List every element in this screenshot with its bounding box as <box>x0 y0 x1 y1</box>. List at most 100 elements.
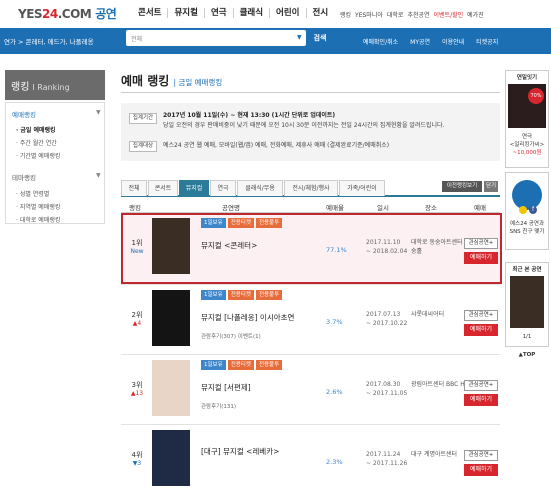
link-guide[interactable]: 이용안내 <box>442 37 464 46</box>
highlight-box <box>121 213 502 284</box>
venue[interactable]: 대구 계명아트센터 <box>411 450 471 459</box>
util-ranking[interactable]: 랭킹 <box>340 10 351 19</box>
performance-name[interactable]: 뮤지컬 [서편제] <box>201 382 251 393</box>
date-line: ~ 2017.11.05 <box>366 390 408 397</box>
rank-number: 4위 <box>131 451 143 459</box>
row-divider <box>121 354 500 355</box>
bluebar-links: 예매확인/취소 MY공연 이용안내 티켓공지 <box>363 37 498 46</box>
performance-dates: 2017.08.30 ~ 2017.11.05 <box>366 380 407 398</box>
rank-change: ▼3 <box>132 460 142 467</box>
performance-dates: 2017.07.13 ~ 2017.10.22 <box>366 310 407 328</box>
nav-concert[interactable]: 콘서트 <box>132 8 169 18</box>
logo-section: 공연 <box>95 7 117 21</box>
col-rank: 랭킹 <box>129 204 141 212</box>
util-recommend[interactable]: 추천공연 <box>407 10 429 19</box>
nav-musical[interactable]: 뮤지컬 <box>168 8 205 18</box>
util-daehakro[interactable]: 대학로 <box>387 10 404 19</box>
poster-image[interactable] <box>152 360 190 416</box>
poster-image[interactable] <box>152 290 190 346</box>
tab-all[interactable]: 전체 <box>121 180 147 196</box>
performance-name[interactable]: [대구] 뮤지컬 <레베카> <box>201 446 279 457</box>
date-line: 2017.11.24 <box>366 451 401 458</box>
nav-exhibition[interactable]: 전시 <box>307 8 335 18</box>
sidebar-item-daehakro[interactable]: · 대학로 예매랭킹 <box>16 215 60 224</box>
col-rate: 예매율 <box>326 204 344 212</box>
util-yega[interactable]: 예가진 <box>467 10 484 19</box>
nav-kids[interactable]: 어린이 <box>270 8 307 18</box>
search-button[interactable]: 검색 <box>308 30 332 46</box>
promo-genre: 연극 <box>521 134 533 140</box>
venue[interactable]: 광림아트센터 BBC H홀 <box>411 380 471 389</box>
info-box: 집계기간 2017년 10월 11일(수) ~ 현재 13:30 (1시간 단위… <box>121 103 500 161</box>
sns-text: 예스24 공연과 SNS 친구 맺기 <box>509 221 545 235</box>
tab-concert[interactable]: 콘서트 <box>148 180 178 196</box>
nav-classic[interactable]: 클래식 <box>234 8 271 18</box>
promo-name: <일리킹가씨> <box>509 142 545 148</box>
chevron-down-icon[interactable]: ▼ <box>297 34 302 41</box>
performance-note[interactable]: 관람후기(307) 이벤트(1) <box>201 332 261 340</box>
performance-name[interactable]: 뮤지컬 [나폴레옹] 이시아초연 <box>201 312 294 323</box>
tab-musical[interactable]: 뮤지컬 <box>179 180 209 196</box>
interest-button[interactable]: 관심공연+ <box>464 380 498 391</box>
search-category-select[interactable]: 전체 <box>131 34 142 43</box>
date-line: ~ 2017.10.22 <box>366 320 408 327</box>
link-my-performance[interactable]: MY공연 <box>410 37 430 46</box>
tab-classic[interactable]: 클래식/무용 <box>237 180 283 196</box>
sidebar-item-today[interactable]: · 금일 예매랭킹 <box>16 125 56 134</box>
rank-cell: 3위 ▲13 <box>125 380 149 397</box>
sidebar-title: 랭킹 <box>11 82 30 93</box>
rank-cell: 4위 ▼3 <box>125 450 149 467</box>
sidebar-item-period[interactable]: · 기간별 예매랭킹 <box>16 151 60 160</box>
performance-note[interactable]: 관람후기(131) <box>201 402 236 410</box>
booking-rate: 2.3% <box>326 458 343 466</box>
poster-image[interactable] <box>152 430 190 486</box>
interest-button[interactable]: 관심공연+ <box>464 450 498 461</box>
breadcrumb[interactable]: 연가 > 콘레터, 에드가, 나폴레옹 <box>4 36 94 46</box>
status-badge: 전용불투 <box>255 360 283 370</box>
sidebar-item-gender[interactable]: · 성별 연령별 <box>16 189 49 198</box>
booking-rate: 3.7% <box>326 318 343 326</box>
nav-play[interactable]: 연극 <box>205 8 234 18</box>
site-logo[interactable]: YES24.COM 공연 <box>18 5 117 22</box>
book-button[interactable]: 예매하기 <box>464 394 498 406</box>
link-booking-check[interactable]: 예매확인/취소 <box>363 37 398 46</box>
chevron-down-icon[interactable]: ▼ <box>96 172 101 179</box>
tab-family[interactable]: 가족/어린이 <box>339 180 385 196</box>
recent-pager[interactable]: 1/1 <box>505 334 549 340</box>
page-subtitle: | 금일 예매랭킹 <box>173 78 223 87</box>
col-name: 공연명 <box>222 204 240 212</box>
sidebar-section-booking[interactable]: 예매랭킹 <box>12 109 36 119</box>
tab-play[interactable]: 연극 <box>210 180 236 196</box>
util-event[interactable]: 이벤트/할인 <box>434 10 464 19</box>
row-divider <box>121 424 500 425</box>
book-button[interactable]: 예매하기 <box>464 324 498 336</box>
link-ticket-notice[interactable]: 티켓공지 <box>476 37 498 46</box>
interest-button[interactable]: 관심공연+ <box>464 310 498 321</box>
status-badge: 전용티켓 <box>227 290 254 300</box>
promo-price: ~10,000원 <box>512 150 542 156</box>
previous-ranking-button[interactable]: 이전랭킹보기 <box>442 181 482 192</box>
search-input[interactable] <box>126 30 306 46</box>
close-button[interactable]: 닫기 <box>484 181 498 192</box>
recent-poster[interactable] <box>510 276 544 328</box>
rank-change: ▲4 <box>132 320 142 327</box>
kakao-icon[interactable] <box>519 206 527 214</box>
util-yesmania[interactable]: YES마니아 <box>355 10 383 19</box>
venue[interactable]: 샤롯데씨어터 <box>411 310 471 319</box>
target-label: 집계대상 <box>129 141 157 152</box>
scroll-top-button[interactable]: ▲TOP <box>505 352 549 358</box>
period-line1: 2017년 10월 11일(수) ~ 현재 13:30 (1시간 단위로 업데이… <box>163 112 336 119</box>
logo-com: .COM <box>57 7 92 21</box>
sidebar-item-weekly[interactable]: · 주간 월간 연간 <box>16 138 57 147</box>
status-badge: 1일보유 <box>201 290 226 300</box>
chevron-down-icon[interactable]: ▼ <box>96 109 101 116</box>
sidebar-section-theme[interactable]: 테마랭킹 <box>12 172 36 182</box>
sidebar-menu: 예매랭킹 ▼ · 금일 예매랭킹 · 주간 월간 연간 · 기간별 예매랭킹 테… <box>5 102 105 224</box>
performance-dates: 2017.11.24 ~ 2017.11.26 <box>366 450 407 468</box>
sidebar-item-region[interactable]: · 지역별 예매랭킹 <box>16 202 60 211</box>
col-venue: 장소 <box>425 204 437 212</box>
util-nav: 랭킹 YES마니아 대학로 추천공연 이벤트/할인 예가진 <box>340 10 484 19</box>
facebook-icon[interactable]: f <box>529 206 537 214</box>
tab-exhibition[interactable]: 전시/체험/행사 <box>284 180 338 196</box>
book-button[interactable]: 예매하기 <box>464 464 498 476</box>
